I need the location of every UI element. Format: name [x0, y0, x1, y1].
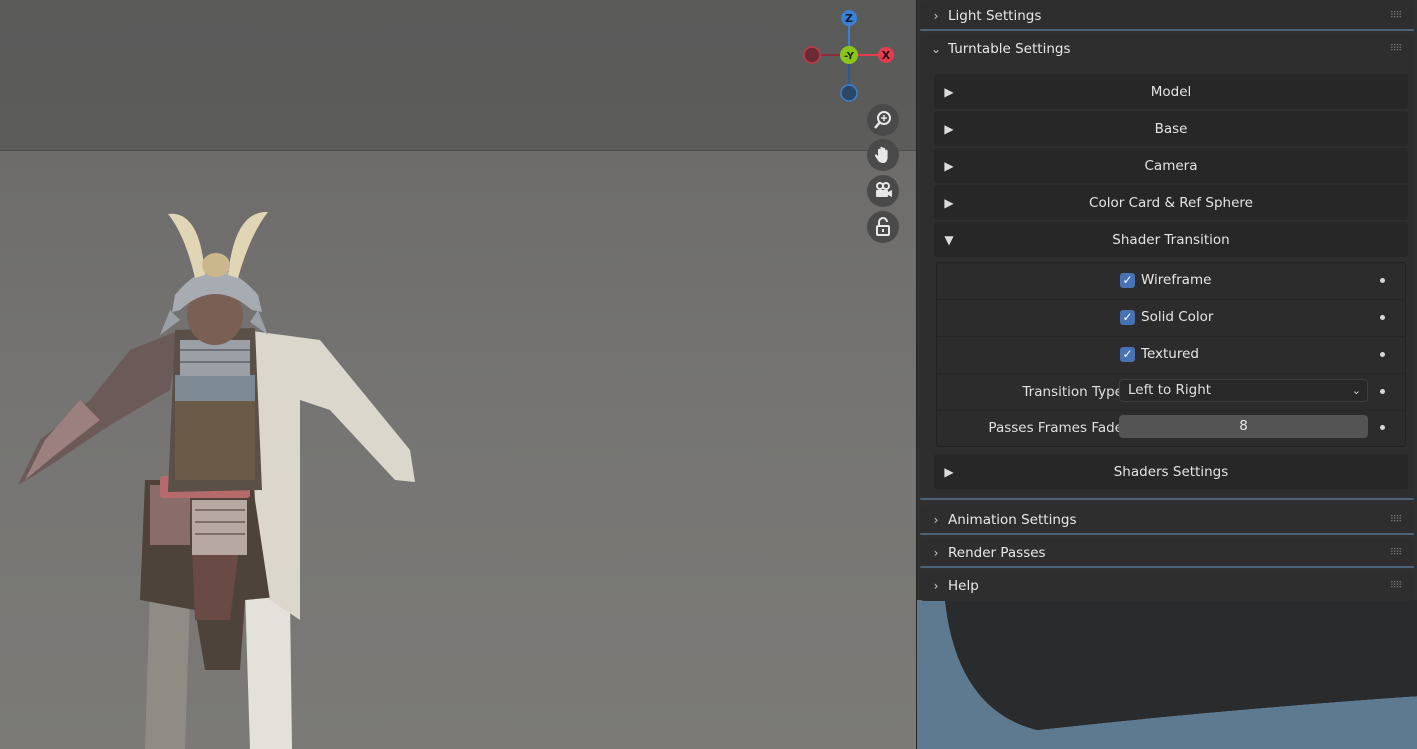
chevron-down-icon: ⌄: [930, 42, 942, 56]
gizmo-x-label: X: [882, 49, 891, 62]
solid-color-label: Solid Color: [1141, 309, 1214, 325]
camera-icon[interactable]: [867, 175, 899, 207]
gizmo-z-label: Z: [845, 12, 853, 25]
panel-animation-settings-label: Animation Settings: [948, 512, 1077, 528]
triangle-right-icon: ▶: [944, 121, 954, 136]
subpanel-camera[interactable]: ▶ Camera: [934, 148, 1408, 183]
panel-turntable-settings-label: Turntable Settings: [948, 41, 1071, 57]
panel-animation-settings[interactable]: › Animation Settings ⠿⠿: [920, 505, 1414, 535]
subpanel-color-card-label: Color Card & Ref Sphere: [1089, 194, 1253, 211]
checkmark-icon[interactable]: ✓: [1120, 309, 1135, 325]
subpanel-model-label: Model: [1150, 83, 1192, 100]
keyframe-dot-icon[interactable]: [1380, 352, 1385, 357]
triangle-right-icon: ▶: [944, 195, 954, 210]
wireframe-row: ✓ Wireframe: [937, 263, 1405, 300]
panel-divider: [920, 29, 1414, 31]
sidebar-background: [917, 600, 1417, 749]
panel-turntable-settings[interactable]: ⌄ Turntable Settings ⠿⠿: [920, 34, 1414, 64]
gizmo-y-label: -Y: [844, 51, 855, 62]
drag-grip-icon[interactable]: ⠿⠿: [1390, 548, 1408, 558]
panel-divider: [920, 498, 1414, 500]
subpanel-base-label: Base: [1154, 120, 1188, 137]
triangle-right-icon: ▶: [944, 464, 954, 479]
triangle-right-icon: ▶: [944, 158, 954, 173]
wireframe-label: Wireframe: [1141, 272, 1212, 288]
triangle-down-icon: ▼: [944, 232, 954, 247]
passes-frames-fade-field[interactable]: 8: [1119, 415, 1368, 438]
chevron-down-icon: ⌄: [1351, 384, 1361, 397]
shader-transition-body: ✓ Wireframe ✓ Solid Color ✓ Textured Tra…: [936, 262, 1406, 447]
wireframe-checkbox[interactable]: ✓ Wireframe: [1120, 272, 1211, 288]
checkmark-icon[interactable]: ✓: [1120, 272, 1135, 288]
transition-type-label: Transition Type: [1022, 384, 1123, 400]
drag-grip-icon[interactable]: ⠿⠿: [1390, 581, 1408, 591]
keyframe-dot-icon[interactable]: [1380, 278, 1385, 283]
textured-row: ✓ Textured: [937, 337, 1405, 374]
textured-checkbox[interactable]: ✓ Textured: [1120, 346, 1199, 362]
navigation-gizmo[interactable]: Z X -Y: [800, 6, 906, 106]
solid-color-checkbox[interactable]: ✓ Solid Color: [1120, 309, 1213, 325]
panel-light-settings-label: Light Settings: [948, 8, 1042, 24]
subpanel-camera-label: Camera: [1144, 157, 1198, 174]
keyframe-dot-icon[interactable]: [1380, 389, 1385, 394]
chevron-right-icon: ›: [933, 579, 939, 593]
3d-viewport[interactable]: Z X -Y: [0, 0, 916, 749]
subpanel-shader-transition[interactable]: ▼ Shader Transition: [934, 222, 1408, 257]
hand-pan-icon[interactable]: [867, 139, 899, 171]
textured-label: Textured: [1141, 346, 1199, 362]
transition-type-value: Left to Right: [1128, 382, 1212, 398]
passes-frames-fade-row: Passes Frames Fade 8: [937, 410, 1405, 446]
subpanel-color-card[interactable]: ▶ Color Card & Ref Sphere: [934, 185, 1408, 220]
panel-help-label: Help: [948, 578, 979, 594]
samurai-model[interactable]: [0, 200, 440, 749]
horizon-line: [0, 150, 916, 151]
drag-grip-icon[interactable]: ⠿⠿: [1390, 515, 1408, 525]
subpanel-shader-transition-label: Shader Transition: [1112, 231, 1230, 248]
panel-light-settings[interactable]: › Light Settings ⠿⠿: [920, 1, 1414, 31]
panel-help[interactable]: › Help ⠿⠿: [920, 571, 1414, 601]
drag-grip-icon[interactable]: ⠿⠿: [1390, 44, 1408, 54]
subpanel-shaders-settings-label: Shaders Settings: [1113, 463, 1229, 480]
transition-type-row: Transition Type Left to Right ⌄: [937, 374, 1405, 411]
zoom-icon[interactable]: [867, 104, 899, 136]
panel-render-passes-label: Render Passes: [948, 545, 1046, 561]
checkmark-icon[interactable]: ✓: [1120, 346, 1135, 362]
keyframe-dot-icon[interactable]: [1380, 425, 1385, 430]
panel-divider: [920, 533, 1414, 535]
subpanel-model[interactable]: ▶ Model: [934, 74, 1408, 109]
solid-color-row: ✓ Solid Color: [937, 300, 1405, 337]
gizmo-neg-z[interactable]: [840, 84, 858, 102]
keyframe-dot-icon[interactable]: [1380, 315, 1385, 320]
subpanel-shaders-settings[interactable]: ▶ Shaders Settings: [934, 454, 1408, 489]
transition-type-select[interactable]: Left to Right ⌄: [1119, 379, 1368, 402]
drag-grip-icon[interactable]: ⠿⠿: [1390, 11, 1408, 21]
chevron-right-icon: ›: [933, 9, 939, 23]
panel-render-passes[interactable]: › Render Passes ⠿⠿: [920, 538, 1414, 568]
panel-divider: [920, 566, 1414, 568]
chevron-right-icon: ›: [933, 513, 939, 527]
passes-frames-fade-label: Passes Frames Fade: [988, 420, 1123, 436]
lock-icon[interactable]: [867, 211, 899, 243]
triangle-right-icon: ▶: [944, 84, 954, 99]
properties-sidebar: › Light Settings ⠿⠿ ⌄ Turntable Settings…: [916, 0, 1417, 749]
gizmo-neg-x[interactable]: [803, 46, 821, 64]
subpanel-base[interactable]: ▶ Base: [934, 111, 1408, 146]
chevron-right-icon: ›: [933, 546, 939, 560]
